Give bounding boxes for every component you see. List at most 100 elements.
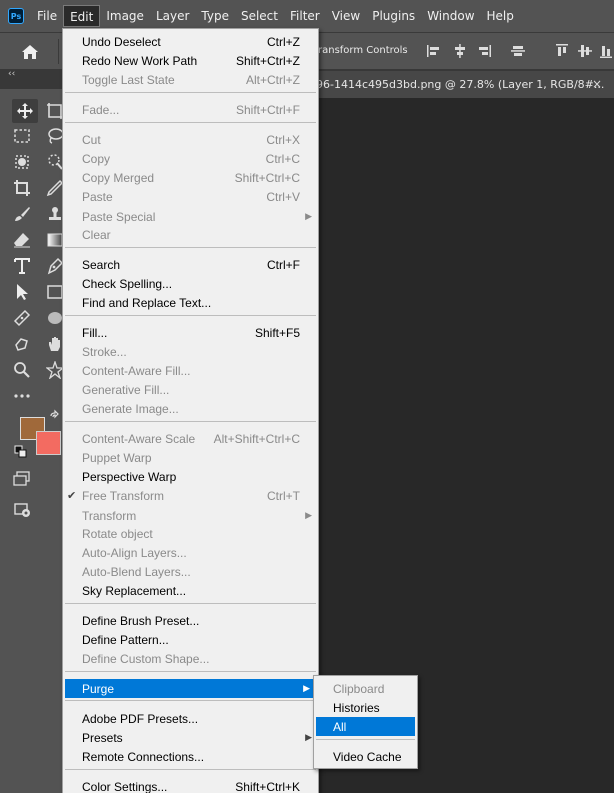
menu-item-shortcut: Alt+Ctrl+Z (245, 73, 300, 87)
menu-item-transform: Transform ▶ (63, 506, 318, 525)
menu-item-label: Auto-Blend Layers... (82, 565, 191, 579)
menu-plugins[interactable]: Plugins (366, 5, 421, 27)
menu-item-paste: Paste Ctrl+V (63, 187, 318, 206)
show-transform-controls-label[interactable]: ransform Controls (318, 45, 408, 56)
submenu-arrow-icon: ▶ (305, 732, 312, 742)
menu-item-free-transform: ✔ Free Transform Ctrl+T (63, 486, 318, 505)
menu-item-content-aware-scale: Content-Aware Scale Alt+Shift+Ctrl+C (63, 429, 318, 448)
zoom-tool-icon[interactable] (12, 360, 32, 380)
align-vertical-center-icon[interactable] (510, 43, 526, 59)
menu-item-label: Redo New Work Path (82, 54, 198, 68)
default-colors-icon[interactable] (14, 445, 28, 459)
menu-item-shortcut: Shift+Ctrl+C (234, 171, 300, 185)
menu-item-label: Stroke... (82, 345, 127, 359)
screen-mode-icon[interactable] (12, 499, 32, 519)
menu-select[interactable]: Select (235, 5, 284, 27)
menu-item-define-custom-shape: Define Custom Shape... (63, 649, 318, 668)
menu-file[interactable]: File (31, 5, 63, 27)
menu-item-label: Paste (82, 190, 113, 204)
options-divider (58, 39, 59, 64)
menu-item-search[interactable]: Search Ctrl+F (63, 255, 318, 274)
menu-item-label: Content-Aware Scale (82, 432, 196, 446)
menu-layer[interactable]: Layer (150, 5, 195, 27)
menu-item-define-pattern[interactable]: Define Pattern... (63, 630, 318, 649)
submenu-arrow-icon: ▶ (303, 683, 310, 693)
more-tools-icon[interactable] (12, 386, 32, 406)
menu-item-label: Define Pattern... (82, 633, 169, 647)
align-right-icon[interactable] (476, 43, 492, 59)
menu-type[interactable]: Type (195, 5, 235, 27)
menu-item-label: Perspective Warp (82, 470, 177, 484)
menu-item-label: Rotate object (82, 527, 153, 541)
quick-mask-icon[interactable] (12, 469, 32, 489)
menu-item-auto-align-layers: Auto-Align Layers... (63, 543, 318, 562)
menu-item-perspective-warp[interactable]: Perspective Warp (63, 467, 318, 486)
submenu-item-label: Clipboard (333, 682, 385, 696)
menu-item-purge[interactable]: Purge ▶ (65, 679, 316, 698)
menu-item-label: Content-Aware Fill... (82, 364, 191, 378)
menu-filter[interactable]: Filter (284, 5, 326, 27)
align-left-icon[interactable] (426, 43, 442, 59)
menu-separator (65, 769, 316, 770)
move-tool-icon[interactable] (12, 99, 38, 123)
spot-healing-tool-icon[interactable] (12, 308, 32, 328)
brush-tool-icon[interactable] (12, 204, 32, 224)
swap-colors-icon[interactable] (49, 409, 61, 423)
rectangular-marquee-tool-icon[interactable] (12, 126, 32, 146)
menu-item-shortcut: Shift+Ctrl+K (235, 780, 300, 793)
puppet-icon[interactable] (12, 334, 32, 354)
menu-help[interactable]: Help (481, 5, 520, 27)
menu-item-adobe-pdf-presets[interactable]: Adobe PDF Presets... (63, 709, 318, 728)
menu-item-define-brush-preset[interactable]: Define Brush Preset... (63, 611, 318, 630)
menu-separator (65, 700, 316, 701)
document-tab-title: 96-1414c495d3bd.png @ 27.8% (Layer 1, RG… (316, 78, 605, 91)
menu-item-label: Color Settings... (82, 780, 168, 793)
menu-item-check-spelling[interactable]: Check Spelling... (63, 274, 318, 293)
menu-item-label: Remote Connections... (82, 750, 205, 764)
document-tab[interactable]: 96-1414c495d3bd.png @ 27.8% (Layer 1, RG… (316, 71, 614, 98)
eraser-tool-icon[interactable] (12, 230, 32, 250)
purge-item-histories[interactable]: Histories (314, 698, 417, 717)
home-button[interactable] (8, 38, 52, 65)
menu-view[interactable]: View (326, 5, 366, 27)
menu-item-color-settings[interactable]: Color Settings... Shift+Ctrl+K (63, 777, 318, 793)
menu-item-shortcut: Ctrl+C (265, 152, 300, 166)
purge-item-all[interactable]: All (316, 717, 415, 736)
menu-item-remote-connections[interactable]: Remote Connections... (63, 747, 318, 766)
menu-item-generative-fill: Generative Fill... (63, 380, 318, 399)
menu-item-label: Generate Image... (82, 402, 179, 416)
menu-item-label: Cut (82, 133, 101, 147)
menu-item-shortcut: Alt+Shift+Ctrl+C (213, 432, 300, 446)
menu-item-label: Auto-Align Layers... (82, 546, 187, 560)
menu-item-presets[interactable]: Presets ▶ (63, 728, 318, 747)
menu-item-shortcut: Ctrl+V (266, 190, 300, 204)
align-center-icon[interactable] (452, 43, 468, 59)
align-bottom-icon[interactable] (598, 43, 614, 59)
close-tab-icon[interactable]: × (592, 71, 602, 98)
menu-item-redo-new-work-path[interactable]: Redo New Work Path Shift+Ctrl+Z (63, 51, 318, 70)
path-selection-tool-icon[interactable] (12, 282, 32, 302)
crop-tool-icon[interactable] (12, 178, 32, 198)
menu-item-fill[interactable]: Fill... Shift+F5 (63, 323, 318, 342)
submenu-item-label: All (333, 720, 347, 734)
type-tool-icon[interactable] (12, 256, 32, 276)
menu-item-find-and-replace-text[interactable]: Find and Replace Text... (63, 293, 318, 312)
menu-item-label: Clear (82, 228, 111, 242)
background-color-swatch[interactable] (36, 431, 61, 455)
submenu-item-label: Video Cache (333, 750, 402, 764)
menu-item-label: Paste Special (82, 210, 156, 224)
purge-item-video-cache[interactable]: Video Cache (314, 747, 417, 766)
menu-item-undo-deselect[interactable]: Undo Deselect Ctrl+Z (63, 32, 318, 51)
menu-image[interactable]: Image (100, 5, 150, 27)
menu-item-stroke: Stroke... (63, 342, 318, 361)
menu-item-sky-replacement[interactable]: Sky Replacement... (63, 581, 318, 600)
menu-item-label: Fill... (82, 326, 108, 340)
menu-item-toggle-last-state: Toggle Last State Alt+Ctrl+Z (63, 70, 318, 89)
menu-window[interactable]: Window (421, 5, 480, 27)
align-top-icon[interactable] (554, 43, 570, 59)
menu-edit[interactable]: Edit (63, 5, 101, 27)
collapse-panels-button[interactable]: ‹‹ (8, 69, 15, 79)
object-selection-tool-icon[interactable] (12, 152, 32, 172)
menu-item-shortcut: Shift+Ctrl+Z (235, 54, 300, 68)
align-middle-icon[interactable] (577, 43, 593, 59)
